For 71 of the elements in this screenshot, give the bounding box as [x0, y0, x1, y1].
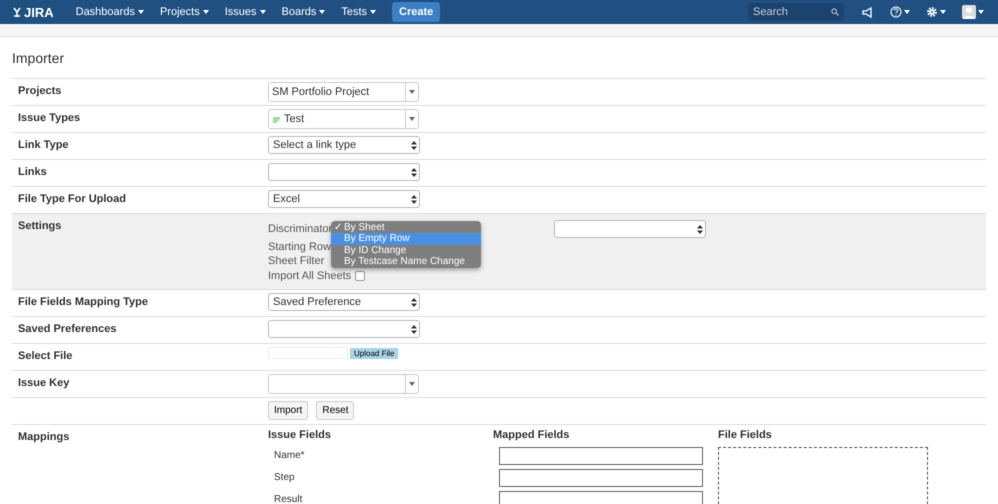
field-label: Projects: [17, 84, 62, 99]
checkbox[interactable]: [355, 270, 366, 281]
caret-icon: [409, 117, 415, 121]
avatar-icon: [962, 5, 976, 19]
nav-menu[interactable]: Dashboards: [70, 6, 150, 18]
mapped-field-input[interactable]: [499, 447, 703, 465]
help-icon: [890, 6, 902, 18]
caret-icon: [138, 10, 144, 14]
caret-icon: [202, 10, 209, 14]
updown-arrows-icon: [411, 168, 417, 176]
combo-field[interactable]: SM Portfolio Project: [268, 82, 419, 102]
select-field[interactable]: [554, 220, 706, 238]
caret-icon: [409, 382, 415, 386]
select-field[interactable]: [268, 320, 420, 338]
updown-arrows-icon: [411, 194, 417, 204]
issue-field-name: Name*: [273, 449, 306, 463]
menu-option[interactable]: By ID Change: [331, 244, 481, 256]
field-label: Mappings: [17, 430, 70, 445]
caret-icon: [940, 10, 946, 14]
combo-field[interactable]: [268, 374, 419, 394]
nav-menu[interactable]: Projects: [154, 6, 215, 18]
setting-label: Import All Sheets: [268, 270, 352, 282]
setting-label: Discriminator: [268, 223, 332, 236]
settings-icon: [926, 6, 938, 18]
field-label: Issue Key: [17, 376, 70, 391]
caret-icon: [409, 90, 415, 94]
jira-logo: JIRA: [12, 4, 54, 20]
select-field[interactable]: Excel: [268, 190, 420, 208]
caret-icon: [904, 10, 910, 14]
caret-icon: [370, 10, 376, 14]
upload-file-button[interactable]: Upload File: [350, 348, 398, 358]
select-field[interactable]: Select a link type: [268, 136, 420, 154]
create-button[interactable]: Create: [392, 2, 440, 22]
field-label: Saved Preferences: [17, 322, 118, 337]
page-title: Importer: [12, 50, 66, 66]
field-label: File Type For Upload: [17, 192, 127, 207]
caret-icon: [319, 10, 326, 14]
field-label: File Fields Mapping Type: [17, 295, 149, 310]
field-label: Settings: [17, 219, 62, 234]
field-label: Select File: [17, 349, 74, 364]
check-mark: ✓: [334, 222, 342, 234]
setting-label: Sheet Filter: [268, 255, 324, 268]
column-heading: Issue Fields: [268, 429, 332, 443]
caret-icon: [260, 10, 266, 14]
updown-arrows-icon: [411, 140, 417, 150]
menu-option[interactable]: ✓ By Sheet: [331, 222, 481, 234]
issue-field-name: Step: [273, 471, 296, 485]
column-heading: File Fields: [718, 429, 773, 443]
menu-option[interactable]: By Testcase Name Change: [331, 256, 481, 268]
select-field[interactable]: Saved Preference: [268, 293, 420, 311]
search-icon: [831, 8, 839, 16]
column-heading: Mapped Fields: [493, 429, 570, 443]
search-field[interactable]: Search: [748, 3, 844, 21]
nav-menu[interactable]: Issues: [218, 6, 272, 18]
field-label: Issue Types: [17, 111, 82, 126]
form-button[interactable]: Reset: [316, 401, 354, 420]
updown-arrows-icon: [411, 324, 417, 334]
caret-icon: [978, 10, 984, 14]
form-button[interactable]: Import: [268, 401, 308, 420]
nav-menu[interactable]: Boards: [276, 6, 332, 18]
mapped-field-input[interactable]: [499, 491, 703, 504]
issue-field-name: Result: [273, 493, 304, 504]
setting-label: Starting Row: [268, 240, 331, 253]
field-label: Link Type: [17, 138, 70, 153]
combo-field[interactable]: Test: [268, 109, 419, 129]
mapped-field-input[interactable]: [499, 469, 703, 487]
updown-arrows-icon: [697, 224, 703, 234]
field-label: Links: [17, 165, 48, 180]
select-field[interactable]: [268, 163, 420, 181]
updown-arrows-icon: [411, 298, 417, 306]
nav-menu[interactable]: Tests: [335, 6, 382, 18]
